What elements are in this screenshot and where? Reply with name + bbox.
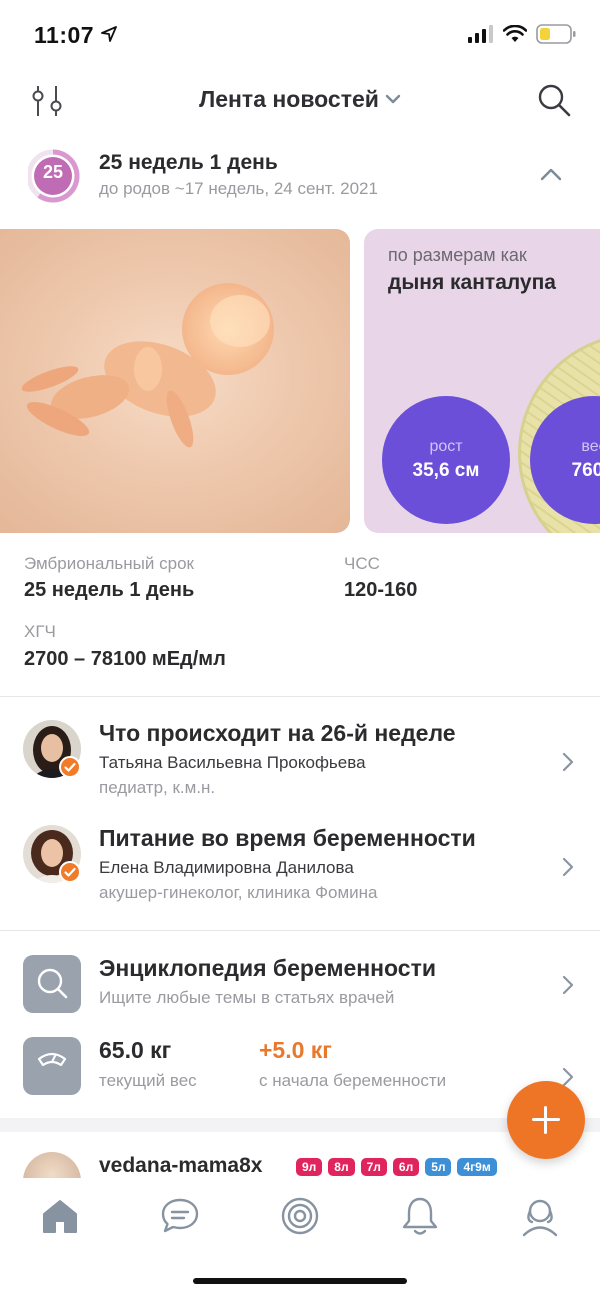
user-avatar[interactable] <box>23 1152 81 1178</box>
week-carousel[interactable]: по размерам как дыня канталупа рост 35,6… <box>0 229 600 533</box>
divider <box>0 696 600 697</box>
scale-icon <box>23 1037 81 1095</box>
size-caption: по размерам как <box>388 245 527 265</box>
chevron-right-icon <box>562 975 574 995</box>
current-weight-value: 65.0 кг <box>99 1037 172 1063</box>
child-age-badge: 6л <box>392 1158 420 1176</box>
heart-rate-label: ЧСС <box>344 554 380 573</box>
status-time: 11:07 <box>34 22 95 48</box>
embryo-term-value: 25 недель 1 день <box>24 579 195 601</box>
pregnancy-header[interactable]: 25 25 недель 1 день до родов ~17 недель,… <box>0 145 600 215</box>
heart-rate-value: 120-160 <box>344 579 418 601</box>
article-item[interactable]: Питание во время беременности Елена Влад… <box>0 825 600 921</box>
article-title: Что происходит на 26-й неделе <box>99 720 456 746</box>
home-indicator[interactable] <box>193 1278 407 1284</box>
post-username[interactable]: vedana-mama8x <box>99 1154 262 1178</box>
child-age-badge: 8л <box>328 1158 355 1176</box>
tab-notifications-icon[interactable] <box>398 1194 442 1238</box>
tab-target-icon[interactable] <box>278 1194 322 1238</box>
children-ages: 9л 8л 7л 6л 5л 4г9м <box>296 1158 497 1176</box>
tab-chat-icon[interactable] <box>158 1194 202 1238</box>
article-author: Елена Владимировна Данилова <box>99 858 354 877</box>
current-weight-label: текущий вес <box>99 1071 197 1090</box>
height-label: рост <box>429 438 463 455</box>
page-title: Лента новостей <box>199 86 379 112</box>
divider <box>0 930 600 931</box>
tab-bar <box>0 1178 600 1258</box>
fetus-illustration <box>21 283 274 448</box>
chevron-up-icon[interactable] <box>540 167 562 181</box>
encyclopedia-search-icon <box>23 955 81 1013</box>
height-value: 35,6 см <box>412 460 480 481</box>
location-arrow-icon <box>101 26 117 42</box>
encyclopedia-item[interactable]: Энциклопедия беременности Ищите любые те… <box>0 955 600 1019</box>
child-age-badge: 4г9м <box>457 1158 497 1176</box>
hcg-value: 2700 – 78100 мЕд/мл <box>24 648 226 670</box>
encyclopedia-subtitle: Ищите любые темы в статьях врачей <box>99 988 395 1007</box>
weight-gain-label: с начала беременности <box>259 1071 447 1090</box>
due-date-info: до родов ~17 недель, 24 сент. 2021 <box>99 179 378 198</box>
cellular-signal-icon <box>468 25 493 43</box>
embryo-term-label: Эмбриональный срок <box>24 554 194 573</box>
author-role: акушер-гинеколог, клиника Фомина <box>99 883 378 902</box>
fetus-image-card[interactable] <box>0 229 350 533</box>
chevron-down-icon <box>385 94 401 104</box>
child-age-badge: 5л <box>425 1158 452 1176</box>
chevron-right-icon <box>562 857 574 877</box>
article-author: Татьяна Васильевна Прокофьева <box>99 753 366 772</box>
search-icon[interactable] <box>536 82 572 118</box>
status-bar: 11:07 <box>0 0 600 70</box>
week-number: 25 <box>42 162 64 182</box>
hcg-label: ХГЧ <box>24 622 56 641</box>
weight-gain-value: +5.0 кг <box>259 1037 332 1063</box>
size-comparison-card[interactable]: по размерам как дыня канталупа рост 35,6… <box>364 229 600 533</box>
weight-label: вес <box>581 438 600 455</box>
article-item[interactable]: Что происходит на 26-й неделе Татьяна Ва… <box>0 720 600 816</box>
weight-tracker-item[interactable]: 65.0 кг текущий вес +5.0 кг с начала бер… <box>0 1037 600 1101</box>
pregnancy-metrics: Эмбриональный срок 25 недель 1 день ЧСС … <box>24 552 584 682</box>
author-role: педиатр, к.м.н. <box>99 778 216 797</box>
feed-title-dropdown[interactable]: Лента новостей <box>0 86 600 113</box>
child-age-badge: 7л <box>360 1158 387 1176</box>
wifi-icon <box>503 25 527 42</box>
height-bubble: рост 35,6 см <box>382 396 510 524</box>
top-nav: Лента новостей <box>0 76 600 128</box>
verified-check-icon <box>59 756 81 778</box>
encyclopedia-title: Энциклопедия беременности <box>99 955 436 981</box>
size-fruit-name: дыня канталупа <box>388 271 556 294</box>
chevron-right-icon <box>562 1067 574 1087</box>
status-icons <box>468 24 576 44</box>
tab-home-icon[interactable] <box>38 1194 82 1238</box>
battery-icon <box>536 24 576 44</box>
chevron-right-icon <box>562 752 574 772</box>
article-title: Питание во время беременности <box>99 825 476 851</box>
tab-profile-icon[interactable] <box>518 1194 562 1238</box>
child-age-badge: 9л <box>296 1158 323 1176</box>
pregnancy-term: 25 недель 1 день <box>99 151 278 174</box>
weight-value: 760 г <box>571 460 600 481</box>
feed-post-preview[interactable]: vedana-mama8x 9л 8л 7л 6л 5л 4г9м <box>0 1148 600 1178</box>
add-button[interactable] <box>507 1081 585 1159</box>
verified-check-icon <box>59 861 81 883</box>
